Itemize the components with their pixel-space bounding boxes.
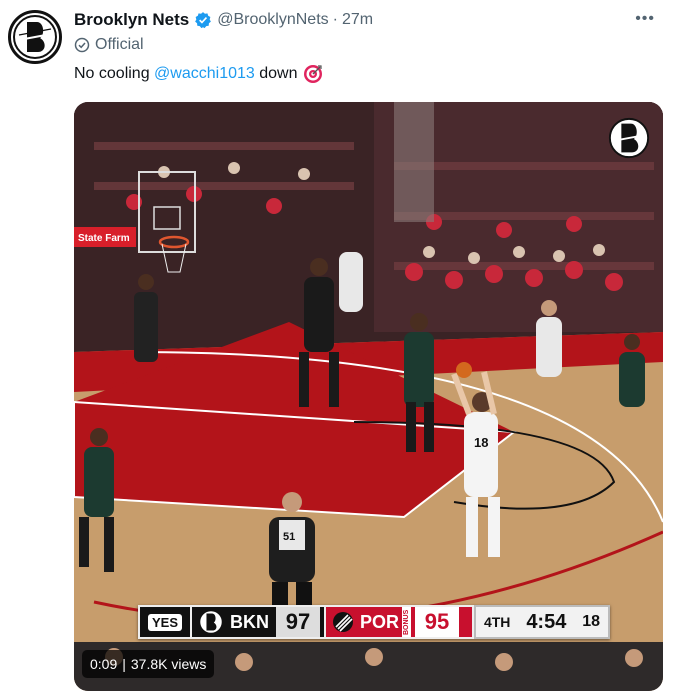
- away-team-panel: POR BONUS 95: [326, 605, 474, 639]
- tweet-text-after: down: [254, 65, 298, 82]
- video-elapsed-time: 0:09: [90, 656, 118, 672]
- away-team-score: 95: [415, 607, 459, 637]
- video-view-count: 37.8K views: [130, 656, 207, 672]
- game-clock: 4:54: [526, 610, 567, 633]
- nets-watermark-icon: [608, 117, 650, 159]
- timestamp[interactable]: 27m: [342, 11, 373, 29]
- network-logo: YES: [138, 605, 192, 639]
- display-name[interactable]: Brooklyn Nets: [74, 10, 189, 30]
- official-check-icon: [74, 37, 90, 53]
- bonus-indicator: BONUS: [402, 607, 411, 637]
- tweet-text: No cooling @wacchi1013 down: [74, 64, 323, 84]
- video-player[interactable]: State Farm 18 51 YES BKN 97 POR BONUS 95…: [74, 102, 663, 691]
- home-team-panel: BKN 97: [192, 605, 326, 639]
- blazers-pinwheel-icon: [326, 611, 360, 633]
- shot-clock: 18: [582, 613, 601, 630]
- jersey-number: 18: [474, 435, 488, 450]
- separator-dot: ·: [332, 11, 338, 28]
- avatar[interactable]: [8, 10, 62, 64]
- arena-sign-text: State Farm: [78, 233, 130, 244]
- period: 4TH: [483, 614, 511, 630]
- scorebug: YES BKN 97 POR BONUS 95 4TH 4:54 18: [138, 605, 610, 639]
- away-team-abbr: POR: [360, 611, 400, 632]
- referee-number: 51: [283, 531, 295, 543]
- mention-link[interactable]: @wacchi1013: [154, 65, 255, 83]
- home-team-abbr: BKN: [230, 611, 269, 632]
- basketball-game-scene: State Farm 18 51: [74, 102, 663, 691]
- verified-badge-icon: [195, 12, 212, 29]
- video-stats-overlay: 0:09 | 37.8K views: [82, 650, 215, 678]
- nets-logo-icon: [13, 15, 57, 59]
- tweet-header: Brooklyn Nets @BrooklynNets · 27m •••: [74, 8, 663, 32]
- overlay-separator: |: [122, 656, 126, 672]
- bullseye-icon: [303, 65, 322, 83]
- home-team-score: 97: [276, 607, 320, 637]
- nets-scorebug-icon: [192, 609, 230, 635]
- tweet-text-before: No cooling: [74, 65, 155, 82]
- official-label: Official: [74, 36, 144, 54]
- game-clock-panel: 4TH 4:54 18: [474, 605, 610, 639]
- official-text: Official: [95, 36, 144, 53]
- network-label: YES: [147, 613, 182, 631]
- handle[interactable]: @BrooklynNets: [217, 11, 328, 29]
- more-options-button[interactable]: •••: [635, 10, 655, 28]
